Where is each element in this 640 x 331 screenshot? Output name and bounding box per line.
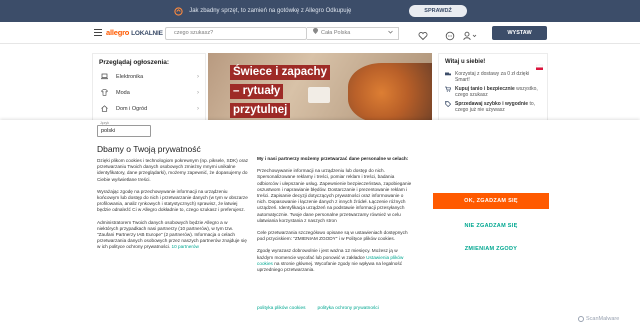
promo-check-button[interactable]: SPRAWDŹ — [409, 5, 467, 17]
categories-card: Przeglądaj ogłoszenia: Elektronika › Mod… — [92, 53, 206, 123]
logo[interactable]: allegro LOKALNIE — [106, 28, 163, 37]
sidebar-item-fashion[interactable]: Moda › — [101, 89, 199, 96]
cookie-consent-dialog: Język polski Dbamy o Twoją prywatność Dz… — [0, 120, 640, 331]
laptop-icon — [101, 73, 108, 80]
shirt-icon — [101, 89, 108, 96]
site-header: allegro LOKALNIE czego szukasz? Cała Pol… — [0, 22, 640, 44]
purposes-settings-note: Cele przetwarzania szczegółowo opisane s… — [257, 230, 408, 242]
watermark-logo-icon — [578, 316, 584, 322]
privacy-policy-link[interactable]: polityka ochrony prywatności — [318, 306, 379, 311]
reject-button[interactable]: NIE ZGADZAM SIĘ — [433, 219, 549, 233]
sidebar-item-label: Dom i Ogród — [116, 105, 148, 112]
heart-icon[interactable] — [418, 28, 428, 41]
welcome-title: Witaj u siebie! — [445, 59, 486, 65]
welcome-item-buy: Kupuj tanio i bezpiecznie wszystko, czeg… — [445, 86, 545, 98]
watermark-text: ScanMalware — [586, 316, 620, 322]
banner-title-line: – rytuały — [230, 84, 284, 99]
flag-icon — [535, 58, 544, 70]
welcome-item-text: Korzystaj z dostawy za 0 zł dzięki Smart… — [455, 71, 530, 83]
truck-icon — [445, 71, 451, 77]
promo-banner[interactable]: Świece i zapachy – rytuały przytulnej je… — [208, 53, 432, 123]
banner-pumpkins-image — [348, 63, 432, 123]
chevron-down-icon — [388, 28, 393, 39]
promo-text: Jak zbadny sprzęt, to zamień na gotówkę … — [189, 8, 352, 14]
banner-title-line: przytulnej — [230, 103, 291, 118]
list-item-button[interactable]: WYSTAW — [492, 26, 547, 40]
sidebar-item-label: Moda — [116, 89, 130, 96]
logo-brand: allegro — [106, 28, 130, 37]
purposes-list: Przechowywanie informacji na urządzeniu … — [257, 168, 412, 223]
welcome-card: Witaj u siebie! Korzystaj z dostawy za 0… — [438, 53, 548, 123]
location-pin-icon — [313, 28, 318, 39]
consent-paragraph: Wyrażając zgodę na przechowywanie inform… — [97, 188, 248, 213]
change-consents-button[interactable]: ZMIENIAM ZGODY — [433, 242, 549, 256]
withdrawal-note: Zgodę wyrazasz dobrowolnie i jest ważna … — [257, 248, 414, 273]
location-value: Cała Polska — [321, 30, 351, 36]
banner-title: Świece i zapachy – rytuały przytulnej je… — [230, 62, 340, 123]
consent-intro-text: Dzięki plikom cookies i technologiom pok… — [97, 158, 249, 257]
sidebar-item-home-garden[interactable]: Dom i Ogród › — [101, 105, 199, 112]
banner-title-line: Świece i zapachy — [230, 65, 330, 80]
search-input[interactable]: czego szukasz? — [165, 27, 307, 40]
chevron-right-icon: › — [197, 89, 199, 96]
chevron-right-icon: › — [197, 105, 199, 112]
location-select[interactable]: Cała Polska — [307, 27, 399, 40]
consent-paragraph: Dzięki plikom cookies i technologiom pok… — [97, 158, 249, 182]
cookie-policy-link[interactable]: polityka plików cookies — [257, 306, 306, 311]
tag-icon — [445, 101, 451, 107]
policy-links: polityka plików cookies polityka ochrony… — [257, 306, 379, 311]
hamburger-menu-icon[interactable] — [94, 29, 102, 36]
cart-icon — [445, 86, 451, 92]
accept-button[interactable]: OK, ZGADZAM SIĘ — [433, 193, 549, 209]
watermark: ScanMalware — [578, 316, 619, 322]
sidebar-item-electronics[interactable]: Elektronika › — [101, 73, 199, 80]
dialog-title: Dbamy o Twoją prywatność — [97, 144, 201, 154]
promo-bar: Jak zbadny sprzęt, to zamień na gotówkę … — [0, 0, 640, 22]
purposes-heading: My i nasi partnerzy możemy przetwarzać d… — [257, 156, 409, 161]
language-select[interactable]: polski — [97, 125, 151, 137]
sidebar-item-label: Elektronika — [116, 73, 144, 80]
categories-title: Przeglądaj ogłoszenia: — [99, 59, 170, 66]
user-icon[interactable] — [463, 28, 477, 41]
chevron-right-icon: › — [197, 73, 199, 80]
withdrawal-text-end: na stronie głównej. Wycofanie zgody nie … — [257, 260, 403, 273]
home-icon — [101, 105, 108, 112]
recycle-icon — [173, 6, 183, 16]
consent-purposes-text: My i nasi partnerzy możemy przetwarzać d… — [257, 156, 414, 279]
welcome-item-smart: Korzystaj z dostawy za 0 zł dzięki Smart… — [445, 71, 545, 83]
partners-link[interactable]: 10 partnerów — [172, 244, 199, 249]
logo-suffix: LOKALNIE — [131, 30, 163, 37]
chat-icon[interactable] — [445, 28, 455, 41]
consent-paragraph: Administratorem Twoich danych osobowych … — [97, 220, 249, 251]
welcome-item-sell: Sprzedawaj szybko i wygodnie to, czego j… — [445, 101, 545, 113]
